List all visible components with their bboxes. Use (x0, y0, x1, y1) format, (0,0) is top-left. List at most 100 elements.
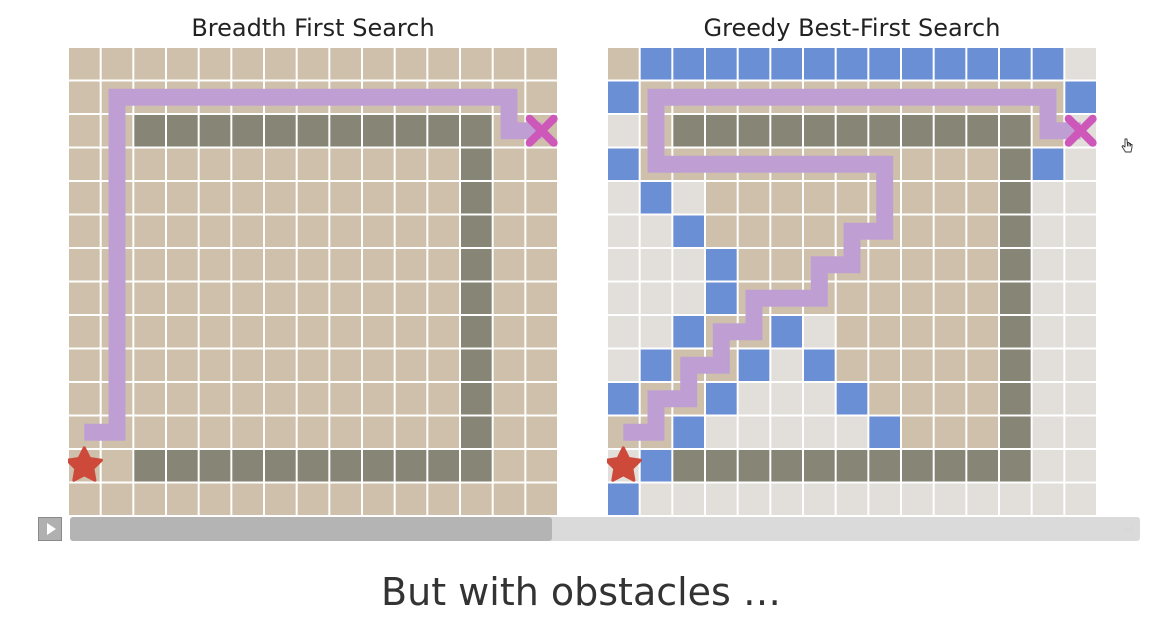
greedy-cell (869, 249, 900, 281)
bfs-cell (167, 282, 198, 314)
bfs-cell (363, 450, 394, 482)
greedy-cell (869, 349, 900, 381)
greedy-cell (673, 249, 704, 281)
bfs-cell (330, 249, 361, 281)
greedy-cell (1065, 450, 1096, 482)
greedy-cell (1032, 416, 1064, 448)
bfs-cell (199, 148, 231, 180)
bfs-cell (232, 148, 263, 180)
bfs-cell (265, 483, 296, 515)
greedy-cell (771, 450, 802, 482)
volume-icon[interactable] (1124, 524, 1136, 536)
bfs-cell (428, 450, 459, 482)
bfs-cell (297, 215, 329, 247)
bfs-cell (363, 249, 394, 281)
bfs-cell (395, 215, 427, 247)
bfs-cell (395, 115, 427, 147)
greedy-cell (902, 416, 933, 448)
bfs-cell (493, 48, 525, 80)
greedy-cell (1000, 182, 1031, 214)
bfs-cell (493, 450, 525, 482)
bfs-cell (395, 316, 427, 348)
bfs-cell (395, 383, 427, 415)
bfs-cell (232, 182, 263, 214)
greedy-cell (869, 115, 900, 147)
bfs-cell (428, 483, 459, 515)
bfs-cell (199, 349, 231, 381)
greedy-cell (640, 182, 672, 214)
bfs-cell (428, 416, 459, 448)
bfs-cell (134, 316, 165, 348)
greedy-cell (706, 48, 737, 80)
bfs-cell (428, 316, 459, 348)
bfs-cell (134, 282, 165, 314)
greedy-cell (804, 182, 835, 214)
bfs-cell (395, 349, 427, 381)
bfs-panel-title: Breadth First Search (191, 14, 435, 42)
bfs-cell (526, 282, 557, 314)
greedy-cell (1000, 215, 1031, 247)
greedy-cell (1000, 383, 1031, 415)
bfs-cell (297, 349, 329, 381)
bfs-cell (493, 148, 525, 180)
bfs-cell (526, 450, 557, 482)
greedy-cell (836, 349, 868, 381)
seek-bar[interactable] (70, 517, 1140, 541)
greedy-cell (869, 483, 900, 515)
greedy-cell (1032, 282, 1064, 314)
bfs-cell (69, 215, 100, 247)
greedy-cell (836, 416, 868, 448)
bfs-cell (428, 249, 459, 281)
greedy-cell (640, 215, 672, 247)
greedy-cell (804, 316, 835, 348)
greedy-cell (771, 48, 802, 80)
greedy-cell (1032, 383, 1064, 415)
bfs-cell (265, 349, 296, 381)
bfs-cell (69, 282, 100, 314)
bfs-cell (297, 115, 329, 147)
bfs-cell (461, 349, 492, 381)
greedy-cell (1032, 215, 1064, 247)
greedy-cell (804, 416, 835, 448)
play-icon[interactable] (38, 517, 62, 541)
bfs-cell (330, 215, 361, 247)
bfs-cell (199, 182, 231, 214)
bfs-cell (167, 416, 198, 448)
greedy-cell (869, 416, 900, 448)
greedy-cell (706, 115, 737, 147)
greedy-cell (1032, 483, 1064, 515)
bfs-cell (297, 383, 329, 415)
bfs-cell (265, 282, 296, 314)
greedy-cell (902, 115, 933, 147)
greedy-cell (608, 182, 639, 214)
greedy-cell (902, 48, 933, 80)
bfs-cell (330, 48, 361, 80)
greedy-cell (738, 115, 770, 147)
greedy-cell (1065, 249, 1096, 281)
greedy-cell (1065, 182, 1096, 214)
bfs-cell (330, 282, 361, 314)
bfs-cell (297, 483, 329, 515)
greedy-cell (902, 483, 933, 515)
greedy-cell (738, 249, 770, 281)
greedy-cell (967, 483, 998, 515)
greedy-cell (967, 450, 998, 482)
bfs-cell (330, 416, 361, 448)
greedy-cell (1000, 349, 1031, 381)
bfs-cell (297, 182, 329, 214)
greedy-cell (706, 282, 737, 314)
greedy-cell (738, 349, 770, 381)
bfs-cell (265, 182, 296, 214)
bfs-grid (68, 47, 558, 516)
bfs-cell (265, 316, 296, 348)
bfs-cell (199, 115, 231, 147)
greedy-cell (706, 249, 737, 281)
greedy-cell (804, 383, 835, 415)
greedy-cell (608, 249, 639, 281)
bfs-cell (493, 416, 525, 448)
bfs-cell (232, 383, 263, 415)
greedy-cell (673, 282, 704, 314)
bfs-cell (199, 416, 231, 448)
greedy-cell (608, 148, 639, 180)
greedy-cell (706, 450, 737, 482)
